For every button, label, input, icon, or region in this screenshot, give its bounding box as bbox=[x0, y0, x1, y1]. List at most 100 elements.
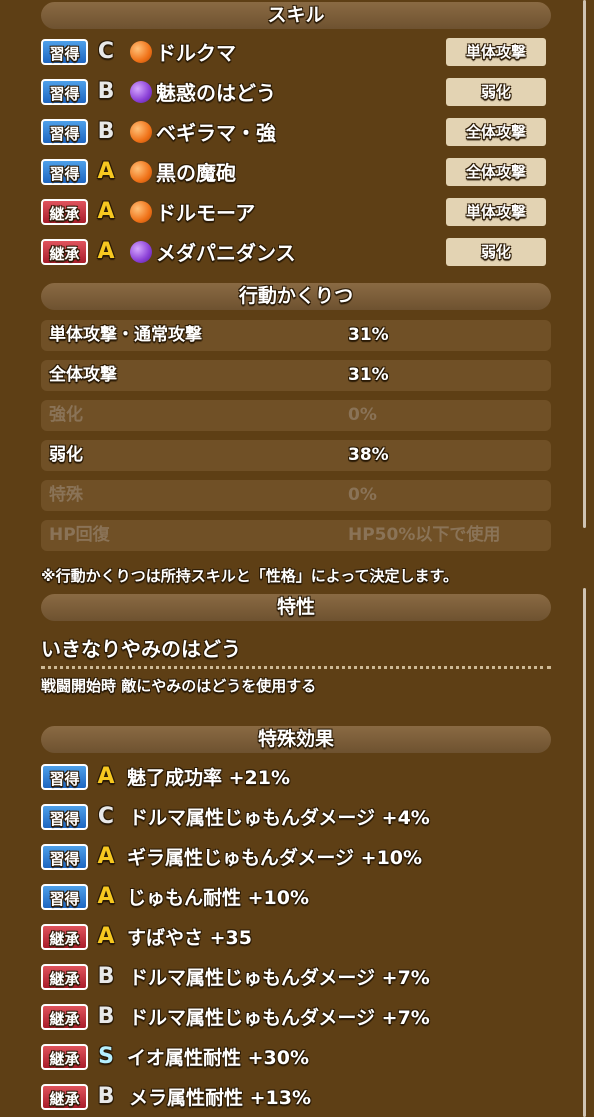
learned-badge: 習得 bbox=[41, 844, 88, 870]
learned-badge: 習得 bbox=[41, 884, 88, 910]
action-rate-value: 38% bbox=[348, 445, 389, 465]
effect-row: 継承 B ドルマ属性じゅもんダメージ +7% bbox=[41, 960, 551, 996]
rank-icon: A bbox=[97, 199, 115, 224]
effect-text: ドルマ属性じゅもんダメージ +7% bbox=[129, 967, 430, 989]
rank-icon: C bbox=[97, 39, 115, 64]
skill-name: 黒の魔砲 bbox=[156, 161, 236, 185]
action-rate-row: HP回復 HP50%以下で使用 bbox=[41, 520, 551, 551]
skill-type-tag: 全体攻撃 bbox=[446, 118, 546, 146]
skill-name: ベギラマ・強 bbox=[156, 121, 276, 145]
fire-element-icon bbox=[130, 201, 152, 223]
skill-name: ドルクマ bbox=[156, 41, 236, 65]
action-rate-value: HP50%以下で使用 bbox=[348, 525, 501, 545]
action-rate-label: 全体攻撃 bbox=[49, 365, 117, 385]
dark-element-icon bbox=[130, 81, 152, 103]
learned-badge: 習得 bbox=[41, 159, 88, 185]
skill-type-tag: 全体攻撃 bbox=[446, 158, 546, 186]
effect-row: 習得 A ギラ属性じゅもんダメージ +10% bbox=[41, 840, 551, 876]
rank-icon: B bbox=[97, 1084, 115, 1109]
action-rate-row: 単体攻撃・通常攻撃 31% bbox=[41, 320, 551, 351]
action-rate-label: HP回復 bbox=[49, 525, 110, 545]
effect-row: 継承 S イオ属性耐性 +30% bbox=[41, 1040, 551, 1076]
trait-description: 戦闘開始時 敵にやみのはどうを使用する bbox=[41, 677, 317, 695]
rank-icon: C bbox=[97, 804, 115, 829]
learned-badge: 習得 bbox=[41, 79, 88, 105]
skill-row[interactable]: 継承 A メダパニダンス 弱化 bbox=[41, 235, 551, 271]
action-rate-value: 0% bbox=[348, 405, 377, 425]
action-rate-label: 強化 bbox=[49, 405, 83, 425]
skill-row[interactable]: 継承 A ドルモーア 単体攻撃 bbox=[41, 195, 551, 231]
action-rate-row: 特殊 0% bbox=[41, 480, 551, 511]
effect-text: ドルマ属性じゅもんダメージ +4% bbox=[129, 807, 430, 829]
rank-icon: B bbox=[97, 119, 115, 144]
rank-icon: A bbox=[97, 239, 115, 264]
skill-name: ドルモーア bbox=[156, 201, 256, 225]
rank-icon: B bbox=[97, 1004, 115, 1029]
action-rate-label: 弱化 bbox=[49, 445, 83, 465]
action-rate-label: 特殊 bbox=[49, 485, 83, 505]
skill-name: 魅惑のはどう bbox=[156, 81, 276, 105]
rank-icon: A bbox=[97, 884, 115, 909]
special-effects-section-header: 特殊効果 bbox=[41, 726, 551, 753]
learned-badge: 習得 bbox=[41, 764, 88, 790]
effect-row: 習得 A じゅもん耐性 +10% bbox=[41, 880, 551, 916]
skill-row[interactable]: 習得 B ベギラマ・強 全体攻撃 bbox=[41, 115, 551, 151]
fire-element-icon bbox=[130, 161, 152, 183]
action-rate-value: 31% bbox=[348, 365, 389, 385]
scrollbar-upper[interactable] bbox=[583, 0, 586, 528]
action-rate-note: ※行動かくりつは所持スキルと「性格」によって決定します。 bbox=[41, 567, 459, 585]
effect-text: 魅了成功率 +21% bbox=[127, 767, 291, 789]
action-rate-row: 弱化 38% bbox=[41, 440, 551, 471]
effect-text: ドルマ属性じゅもんダメージ +7% bbox=[129, 1007, 430, 1029]
dotted-divider bbox=[41, 666, 551, 669]
skill-row[interactable]: 習得 C ドルクマ 単体攻撃 bbox=[41, 35, 551, 71]
effect-text: メラ属性耐性 +13% bbox=[129, 1087, 312, 1109]
inherited-badge: 継承 bbox=[41, 1004, 88, 1030]
learned-badge: 習得 bbox=[41, 804, 88, 830]
effect-row: 習得 A 魅了成功率 +21% bbox=[41, 760, 551, 796]
rank-icon: S bbox=[98, 1044, 114, 1069]
scrollbar-lower[interactable] bbox=[583, 588, 586, 1117]
skill-type-tag: 弱化 bbox=[446, 238, 546, 266]
effect-text: イオ属性耐性 +30% bbox=[127, 1047, 310, 1069]
skill-type-tag: 単体攻撃 bbox=[446, 198, 546, 226]
trait-section-header: 特性 bbox=[41, 594, 551, 621]
inherited-badge: 継承 bbox=[41, 1044, 88, 1070]
action-rate-value: 0% bbox=[348, 485, 377, 505]
skill-row[interactable]: 習得 B 魅惑のはどう 弱化 bbox=[41, 75, 551, 111]
effect-row: 継承 A すばやさ +35 bbox=[41, 920, 551, 956]
rank-icon: B bbox=[97, 964, 115, 989]
rank-icon: B bbox=[97, 79, 115, 104]
inherited-badge: 継承 bbox=[41, 924, 88, 950]
effect-row: 習得 C ドルマ属性じゅもんダメージ +4% bbox=[41, 800, 551, 836]
inherited-badge: 継承 bbox=[41, 199, 88, 225]
action-rate-label: 単体攻撃・通常攻撃 bbox=[49, 325, 202, 345]
action-rate-row: 強化 0% bbox=[41, 400, 551, 431]
inherited-badge: 継承 bbox=[41, 964, 88, 990]
learned-badge: 習得 bbox=[41, 119, 88, 145]
fire-element-icon bbox=[130, 41, 152, 63]
skills-section-header: スキル bbox=[41, 2, 551, 29]
effect-text: ギラ属性じゅもんダメージ +10% bbox=[127, 847, 423, 869]
action-rate-row: 全体攻撃 31% bbox=[41, 360, 551, 391]
effect-text: すばやさ +35 bbox=[127, 927, 252, 949]
inherited-badge: 継承 bbox=[41, 239, 88, 265]
effect-row: 継承 B メラ属性耐性 +13% bbox=[41, 1080, 551, 1116]
action-rates-section-header: 行動かくりつ bbox=[41, 283, 551, 310]
effect-row: 継承 B ドルマ属性じゅもんダメージ +7% bbox=[41, 1000, 551, 1036]
skill-row[interactable]: 習得 A 黒の魔砲 全体攻撃 bbox=[41, 155, 551, 191]
rank-icon: A bbox=[97, 159, 115, 184]
trait-name: いきなりやみのはどう bbox=[41, 637, 241, 661]
skill-type-tag: 単体攻撃 bbox=[446, 38, 546, 66]
rank-icon: A bbox=[97, 764, 115, 789]
effect-text: じゅもん耐性 +10% bbox=[127, 887, 310, 909]
dark-element-icon bbox=[130, 241, 152, 263]
skill-type-tag: 弱化 bbox=[446, 78, 546, 106]
rank-icon: A bbox=[97, 924, 115, 949]
fire-element-icon bbox=[130, 121, 152, 143]
skill-name: メダパニダンス bbox=[156, 241, 296, 265]
rank-icon: A bbox=[97, 844, 115, 869]
action-rate-value: 31% bbox=[348, 325, 389, 345]
learned-badge: 習得 bbox=[41, 39, 88, 65]
inherited-badge: 継承 bbox=[41, 1084, 88, 1110]
